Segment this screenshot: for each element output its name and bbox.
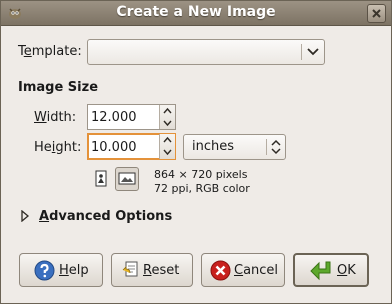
help-icon — [34, 260, 55, 281]
spin-up-icon[interactable] — [163, 107, 172, 116]
reset-label: Reset — [143, 263, 180, 278]
chevron-down-icon — [307, 48, 319, 56]
ok-button[interactable]: OK — [293, 253, 369, 287]
cancel-button[interactable]: Cancel — [201, 253, 285, 287]
help-button[interactable]: Help — [19, 253, 103, 287]
expander-arrow-icon[interactable] — [20, 210, 30, 222]
landscape-orientation-button[interactable] — [115, 167, 139, 191]
portrait-orientation-icon — [95, 170, 107, 187]
title-bar[interactable]: Create a New Image — [1, 1, 391, 26]
portrait-orientation-button[interactable] — [91, 170, 111, 190]
cancel-label: Cancel — [234, 263, 279, 278]
cancel-icon — [210, 260, 231, 281]
combo-separator — [266, 139, 267, 155]
ok-label: OK — [337, 263, 356, 278]
reset-button[interactable]: Reset — [111, 253, 193, 287]
resolution-info: 72 ppi, RGB color — [154, 182, 250, 195]
spin-down-icon[interactable] — [163, 118, 172, 127]
height-label: Height: — [34, 140, 82, 155]
combo-separator — [301, 44, 302, 60]
units-value: inches — [192, 139, 235, 154]
width-spin-buttons[interactable] — [159, 105, 175, 129]
up-down-arrows-icon — [271, 139, 281, 155]
image-size-heading: Image Size — [18, 80, 99, 95]
help-label: Help — [59, 263, 89, 278]
window-title: Create a New Image — [116, 4, 276, 20]
width-spin[interactable] — [87, 104, 176, 130]
create-image-dialog: Create a New Image Template: Image Size … — [0, 0, 392, 304]
landscape-orientation-icon — [118, 172, 136, 185]
reset-icon — [122, 261, 138, 277]
height-spin[interactable] — [87, 133, 176, 160]
spin-up-icon[interactable] — [163, 136, 172, 145]
pixels-info: 864 × 720 pixels — [154, 168, 248, 181]
template-combo[interactable] — [87, 39, 325, 65]
close-icon — [372, 9, 381, 18]
template-label: Template: — [18, 44, 82, 59]
width-label: Width: — [34, 110, 77, 125]
close-button[interactable] — [367, 4, 386, 23]
units-combo[interactable]: inches — [183, 134, 286, 160]
advanced-options-expander[interactable]: Advanced Options — [39, 209, 172, 224]
spin-down-icon[interactable] — [163, 147, 172, 156]
width-input[interactable] — [91, 108, 157, 126]
height-input[interactable] — [91, 138, 157, 156]
ok-arrow-icon — [310, 261, 331, 281]
height-spin-buttons[interactable] — [159, 134, 175, 159]
